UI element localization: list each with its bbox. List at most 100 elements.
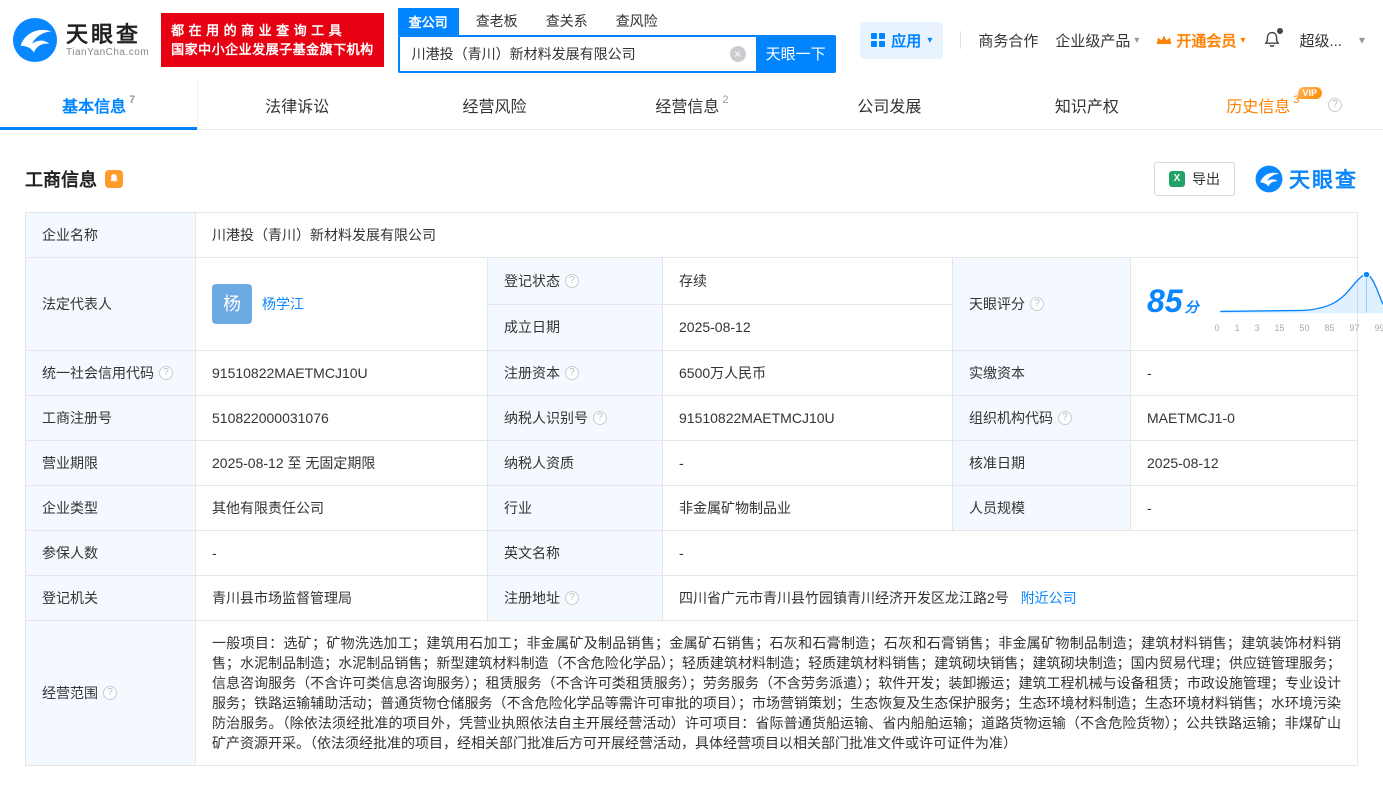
- field-label-insured: 参保人数: [25, 530, 196, 576]
- field-value-est-date: 2025-08-12: [662, 303, 953, 351]
- field-label-legal-rep: 法定代表人: [25, 257, 196, 351]
- tab-badge: 7: [129, 93, 136, 106]
- divider: [960, 31, 962, 49]
- field-value-company-type: 其他有限责任公司: [195, 485, 488, 531]
- table-row: 登记机关 青川县市场监督管理局 注册地址? 四川省广元市青川县竹园镇青川经济开发…: [25, 575, 1358, 621]
- promo-line2: 国家中小企业发展子基金旗下机构: [171, 42, 374, 57]
- chevron-down-icon: ▾: [927, 34, 933, 46]
- help-icon[interactable]: ?: [565, 591, 579, 605]
- table-row: 法定代表人 杨 杨学江 登记状态? 存续 天眼评分? 85 分 0 1 3 15…: [25, 257, 1383, 351]
- promo-banner: 都在用的商业查询工具 国家中小企业发展子基金旗下机构: [161, 13, 384, 67]
- clear-icon[interactable]: ×: [729, 45, 746, 62]
- table-row: 企业名称 川港投（青川）新材料发展有限公司: [25, 212, 1358, 258]
- business-cooperation-link[interactable]: 商务合作: [978, 30, 1038, 51]
- score-number: 85 分: [1147, 283, 1199, 319]
- main-content: 工商信息 X 导出 天眼查 企业名称 川港投（青川）新材料发展有限公司 法定代表…: [0, 162, 1383, 780]
- field-label-address: 注册地址?: [487, 575, 663, 621]
- account-dropdown[interactable]: ▾: [1359, 33, 1365, 47]
- search-button[interactable]: 天眼一下: [755, 34, 836, 73]
- field-value-term: 2025-08-12 至 无固定期限: [195, 440, 488, 486]
- tab-basic-info[interactable]: 基本信息 7: [0, 80, 199, 130]
- super-vip-link[interactable]: 超级...: [1299, 30, 1342, 51]
- table-row: 工商注册号 510822000031076 纳税人识别号? 91510822MA…: [25, 395, 1358, 441]
- legal-rep-name-link[interactable]: 杨学江: [262, 294, 304, 314]
- field-label-staff: 人员规模: [952, 485, 1131, 531]
- search-input[interactable]: [397, 34, 756, 73]
- tab-operational-risk[interactable]: 经营风险: [396, 80, 593, 129]
- field-label-en-name: 英文名称: [487, 530, 663, 576]
- field-label-scope: 经营范围?: [25, 620, 196, 766]
- field-value-taxpayer-quality: -: [662, 440, 953, 486]
- tab-history-info[interactable]: 历史信息 3 VIP ?: [1186, 80, 1383, 129]
- open-vip-menu[interactable]: 开通会员 ▾: [1156, 30, 1245, 51]
- help-icon[interactable]: ?: [1328, 97, 1343, 112]
- company-nav-tabs: 基本信息 7 法律诉讼 经营风险 经营信息 2 公司发展 知识产权 历史信息 3 VI…: [0, 80, 1383, 130]
- help-icon[interactable]: ?: [565, 273, 579, 288]
- field-label-reg-no: 工商注册号: [25, 395, 196, 441]
- enterprise-products-menu[interactable]: 企业级产品 ▾: [1055, 30, 1139, 51]
- search-tab-relation[interactable]: 查关系: [535, 7, 599, 35]
- field-label-est-date: 成立日期: [487, 303, 663, 351]
- tab-intellectual-property[interactable]: 知识产权: [988, 80, 1185, 129]
- apps-menu[interactable]: 应用 ▾: [860, 21, 944, 59]
- chevron-down-icon: ▾: [1240, 34, 1246, 46]
- field-label-industry: 行业: [487, 485, 663, 531]
- export-button[interactable]: X 导出: [1154, 162, 1235, 196]
- field-label-term: 营业期限: [25, 440, 196, 486]
- section-title: 工商信息: [25, 170, 97, 190]
- field-label-paid-capital: 实缴资本: [952, 350, 1131, 396]
- search-row: × 天眼一下: [397, 34, 836, 73]
- score-axis: 0131550859799100: [1214, 323, 1383, 333]
- tab-label: 经营风险: [462, 98, 527, 116]
- tab-label: 法律诉讼: [265, 98, 330, 116]
- field-label-taxpayer-quality: 纳税人资质: [487, 440, 663, 486]
- tab-label: 经营信息: [655, 98, 720, 116]
- export-label: 导出: [1192, 171, 1220, 187]
- tianyancha-logo[interactable]: 天眼查 TianYanCha.com: [12, 17, 149, 63]
- field-value-score: 85分 0131550859799100: [1130, 257, 1383, 351]
- field-label-reg-capital: 注册资本?: [487, 350, 663, 396]
- legal-rep-avatar[interactable]: 杨: [212, 284, 252, 324]
- excel-icon: X: [1169, 171, 1185, 187]
- search-tab-boss[interactable]: 查老板: [465, 7, 529, 35]
- help-icon[interactable]: ?: [103, 686, 117, 700]
- tab-label: 历史信息: [1226, 98, 1291, 116]
- field-label-taxpayer-no: 纳税人识别号?: [487, 395, 663, 441]
- open-vip-label: 开通会员: [1176, 32, 1237, 50]
- section-header: 工商信息 X 导出 天眼查: [25, 162, 1358, 196]
- help-icon[interactable]: ?: [1058, 411, 1072, 425]
- score-chart: 0131550859799100: [1215, 270, 1383, 338]
- notifications-button[interactable]: [1262, 28, 1284, 50]
- help-icon[interactable]: ?: [1030, 297, 1044, 311]
- top-right-nav: 应用 ▾ 商务合作 企业级产品 ▾ 开通会员 ▾ 超级... ▾: [860, 21, 1371, 59]
- logo-title: 天眼查: [66, 21, 142, 47]
- help-icon[interactable]: ?: [593, 411, 607, 425]
- tab-legal-proceedings[interactable]: 法律诉讼: [198, 80, 395, 129]
- field-value-staff: -: [1130, 485, 1358, 531]
- subscribe-bell-icon[interactable]: [105, 170, 123, 188]
- address-text: 四川省广元市青川县竹园镇青川经济开发区龙江路2号: [679, 590, 1009, 606]
- field-label-authority: 登记机关: [25, 575, 196, 621]
- logo-domain: TianYanCha.com: [66, 46, 150, 58]
- field-label-credit-code: 统一社会信用代码?: [25, 350, 196, 396]
- tab-business-info[interactable]: 经营信息 2: [593, 80, 790, 129]
- help-icon[interactable]: ?: [565, 366, 579, 380]
- field-label-approve-date: 核准日期: [952, 440, 1131, 486]
- crown-icon: [1157, 35, 1172, 44]
- search-tab-company[interactable]: 查公司: [397, 7, 459, 35]
- table-row: 企业类型 其他有限责任公司 行业 非金属矿物制品业 人员规模 -: [25, 485, 1358, 531]
- field-value-insured: -: [195, 530, 488, 576]
- nearby-companies-link[interactable]: 附近公司: [1021, 590, 1077, 606]
- help-icon[interactable]: ?: [159, 366, 173, 380]
- tab-company-development[interactable]: 公司发展: [791, 80, 988, 129]
- tab-label: 公司发展: [857, 98, 922, 116]
- top-header: 天眼查 TianYanCha.com 都在用的商业查询工具 国家中小企业发展子基…: [0, 0, 1383, 80]
- business-info-table: 企业名称 川港投（青川）新材料发展有限公司 法定代表人 杨 杨学江 登记状态? …: [25, 212, 1383, 766]
- brand-watermark: 天眼查: [1255, 164, 1358, 194]
- field-value-authority: 青川县市场监督管理局: [195, 575, 488, 621]
- super-vip-label: 超级...: [1299, 32, 1342, 50]
- search-tab-risk[interactable]: 查风险: [605, 7, 669, 35]
- logo-text: 天眼查 TianYanCha.com: [66, 21, 150, 58]
- field-value-legal-rep: 杨 杨学江: [195, 257, 488, 351]
- chevron-down-icon: ▾: [1134, 34, 1140, 46]
